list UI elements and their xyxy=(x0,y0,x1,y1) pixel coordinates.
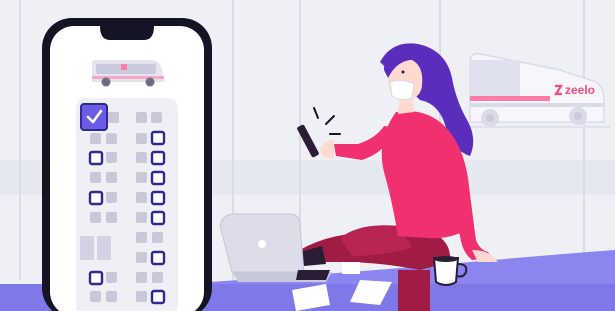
seat-occupied xyxy=(106,133,117,144)
seat-available[interactable] xyxy=(88,270,104,286)
seat-occupied xyxy=(136,192,147,203)
seat-available[interactable] xyxy=(150,289,166,305)
seat-available[interactable] xyxy=(150,130,166,146)
seat-available[interactable] xyxy=(150,190,166,206)
seat-occupied xyxy=(136,112,147,123)
seat-available[interactable] xyxy=(88,190,104,206)
seat-occupied xyxy=(106,172,117,183)
seat-occupied xyxy=(90,172,101,183)
seat-occupied xyxy=(136,152,147,163)
seat-occupied xyxy=(136,291,147,302)
phone-notch xyxy=(100,26,154,40)
seat-occupied xyxy=(136,133,147,144)
book xyxy=(398,270,430,311)
door-block xyxy=(80,236,94,260)
brand-logo-text: zeelo xyxy=(565,83,595,97)
seat-occupied xyxy=(106,152,117,163)
illustration-scene: zeelo xyxy=(0,0,615,311)
seat-available[interactable] xyxy=(150,150,166,166)
seat-occupied xyxy=(108,112,119,123)
seat-occupied xyxy=(106,192,117,203)
face-mask xyxy=(389,79,415,101)
seat-occupied xyxy=(136,272,147,283)
seat-available[interactable] xyxy=(150,250,166,266)
door-block xyxy=(97,236,111,260)
seat-available[interactable] xyxy=(150,210,166,226)
seat-occupied xyxy=(136,172,147,183)
selected-seat[interactable] xyxy=(80,103,108,131)
seat-occupied xyxy=(90,291,101,302)
seat-occupied xyxy=(136,212,147,223)
seat-occupied xyxy=(90,212,101,223)
seat-occupied xyxy=(106,272,117,283)
seat-available[interactable] xyxy=(150,170,166,186)
seat-occupied xyxy=(136,232,147,243)
seat-occupied xyxy=(106,291,117,302)
phone xyxy=(42,18,212,311)
seat-occupied xyxy=(152,272,163,283)
seat-occupied xyxy=(90,133,101,144)
seat-available[interactable] xyxy=(88,150,104,166)
seat-occupied xyxy=(152,232,163,243)
seat-occupied xyxy=(106,212,117,223)
seat-occupied xyxy=(136,252,147,263)
seat-occupied xyxy=(151,112,162,123)
